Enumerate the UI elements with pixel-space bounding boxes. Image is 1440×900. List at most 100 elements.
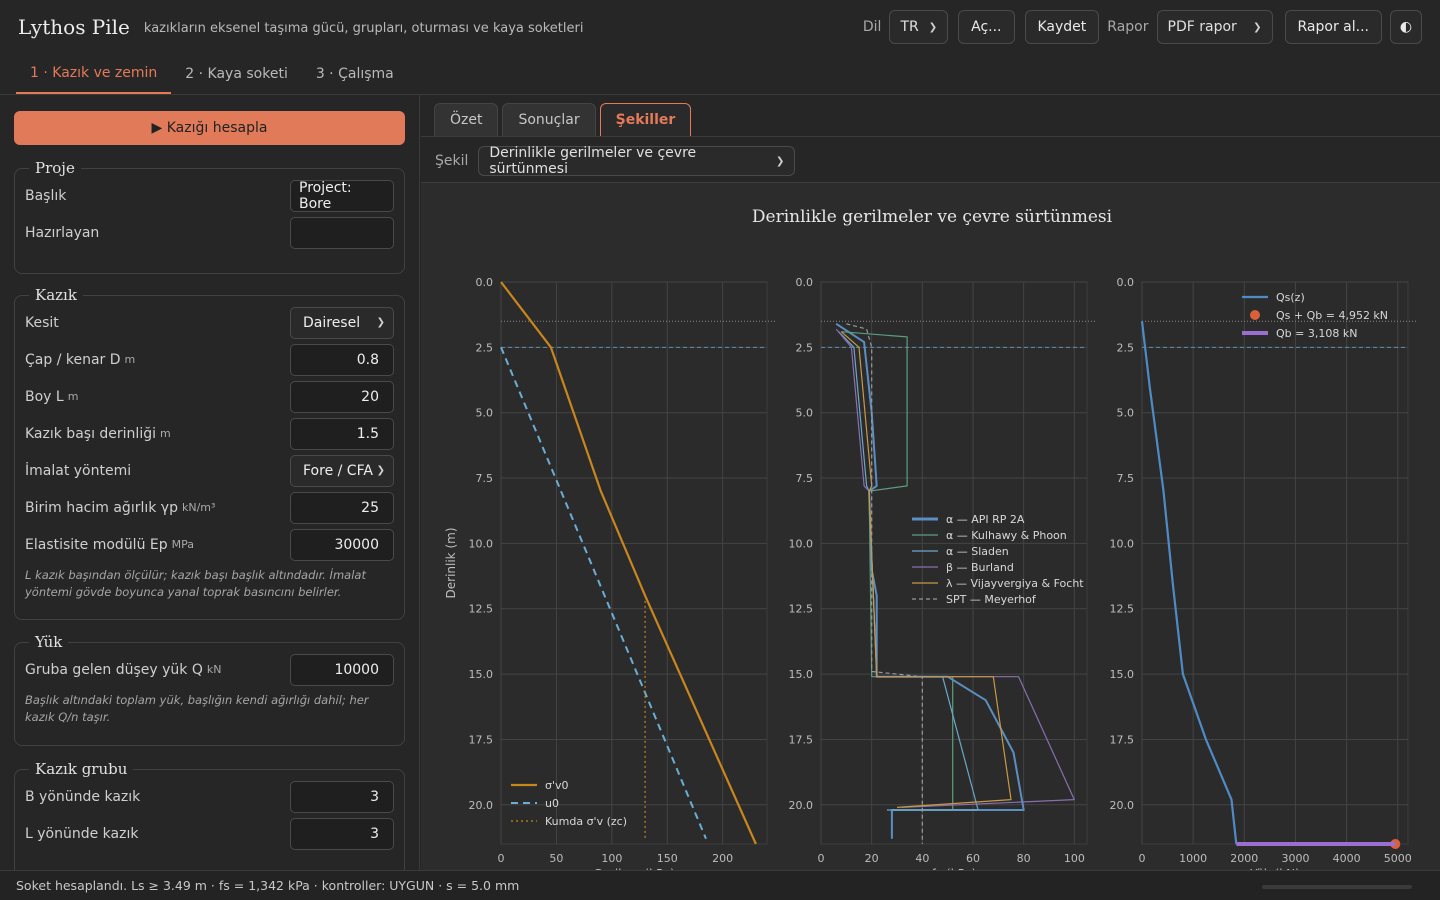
- x-tick-label: 150: [657, 852, 678, 865]
- language-select[interactable]: TR ❯: [889, 10, 949, 44]
- y-tick-label: 12.5: [1110, 603, 1135, 616]
- app-header: Lythos Pile kazıkların eksenel taşıma gü…: [0, 0, 1440, 54]
- language-value: TR: [900, 19, 919, 35]
- chevron-down-icon: ❯: [376, 317, 385, 328]
- stress-legend-label: u0: [545, 797, 559, 810]
- group-load-input[interactable]: 10000: [290, 653, 394, 686]
- piles-l-input[interactable]: 3: [290, 817, 394, 850]
- plot-area: [500, 281, 768, 845]
- x-tick-label: 200: [712, 852, 733, 865]
- field-label: Başlık: [25, 187, 67, 204]
- tab-results[interactable]: Sonuçlar: [502, 103, 596, 137]
- report-button[interactable]: Rapor al...: [1284, 10, 1382, 44]
- stress-legend-label: Kumda σ'v (zc): [545, 815, 627, 828]
- field-label: Çap / kenar D: [25, 351, 121, 368]
- field-label: İmalat yöntemi: [25, 462, 132, 479]
- field-row-load: Gruba gelen düşey yük Q kN 10000: [25, 651, 394, 688]
- report-label: Rapor: [1107, 19, 1149, 35]
- calculate-pile-button[interactable]: ▶ Kazığı hesapla: [14, 111, 405, 145]
- y-tick-label: 20.0: [1110, 799, 1135, 812]
- field-row-head-depth: Kazık başı derinliği m 1.5: [25, 415, 394, 452]
- load-group: Yük Gruba gelen düşey yük Q kN 10000 Baş…: [14, 633, 405, 746]
- field-label: Kesit: [25, 314, 59, 331]
- status-bar: Soket hesaplandı. Ls ≥ 3.49 m · fs = 1,3…: [0, 870, 1440, 900]
- tab-figures[interactable]: Şekiller: [599, 103, 692, 137]
- project-title-input[interactable]: Project: Bore: [290, 179, 394, 212]
- x-tick-label: 50: [549, 852, 563, 865]
- contrast-icon: ◐: [1399, 19, 1413, 35]
- section-value: Dairesel: [303, 314, 361, 331]
- figure-title: Derinlikle gerilmeler ve çevre sürtünmes…: [752, 207, 1113, 227]
- x-tick-label: 20: [865, 852, 879, 865]
- figure-select[interactable]: Derinlikle gerilmeler ve çevre sürtünmes…: [478, 145, 796, 177]
- tab-summary[interactable]: Özet: [434, 103, 499, 137]
- y-tick-label: 15.0: [469, 668, 494, 681]
- figure-area: Derinlikle gerilmeler ve çevre sürtünmes…: [421, 182, 1440, 881]
- field-label: Elastisite modülü Ep: [25, 536, 168, 553]
- y-tick-label: 2.5: [476, 341, 494, 354]
- prepared-by-input[interactable]: [290, 216, 394, 249]
- project-group: Proje Başlık Project: Bore Hazırlayan: [14, 159, 405, 274]
- x-tick-label: 0: [818, 852, 825, 865]
- y-tick-label: 10.0: [1110, 537, 1135, 550]
- step-tab-run[interactable]: 3 · Çalışma: [302, 54, 408, 94]
- step-tabs: 1 · Kazık ve zemin 2 · Kaya soketi 3 · Ç…: [0, 54, 1440, 95]
- field-row-diameter: Çap / kenar D m 0.8: [25, 341, 394, 378]
- elastic-modulus-input[interactable]: 30000: [290, 528, 394, 561]
- construction-method-value: Fore / CFA: [303, 462, 373, 479]
- unit-weight-input[interactable]: 25: [290, 491, 394, 524]
- capacity-legend-label: Qs(z): [1276, 291, 1305, 304]
- diameter-input[interactable]: 0.8: [290, 343, 394, 376]
- project-group-title: Proje: [35, 159, 75, 177]
- y-tick-label: 17.5: [789, 733, 814, 746]
- chevron-down-icon: ❯: [1253, 21, 1262, 33]
- y-tick-label: 7.5: [476, 472, 494, 485]
- section-select[interactable]: Dairesel ❯: [290, 306, 394, 339]
- field-row-piles-b: B yönünde kazık 3: [25, 778, 394, 815]
- field-unit: m: [67, 390, 79, 403]
- x-tick-label: 0: [498, 852, 505, 865]
- field-row-unit-weight: Birim hacim ağırlık γp kN/m³ 25: [25, 489, 394, 526]
- save-button[interactable]: Kaydet: [1024, 10, 1100, 44]
- construction-method-select[interactable]: Fore / CFA ❯: [290, 454, 394, 487]
- head-depth-input[interactable]: 1.5: [290, 417, 394, 450]
- figure-select-value: Derinlikle gerilmeler ve çevre sürtünmes…: [489, 145, 697, 177]
- x-tick-label: 40: [915, 852, 929, 865]
- pile-group: Kazık Kesit Dairesel ❯ Çap / kenar D m 0…: [14, 286, 405, 620]
- field-row-elastic-modulus: Elastisite modülü Ep MPa 30000: [25, 526, 394, 563]
- field-label: L yönünde kazık: [25, 825, 139, 842]
- pile-group-config: Kazık grubu B yönünde kazık 3 L yönünde …: [14, 760, 405, 870]
- friction-legend-label: α — Kulhawy & Phoon: [946, 529, 1067, 542]
- y-tick-label: 17.5: [1110, 733, 1135, 746]
- stress-legend-label: σ'v0: [545, 779, 569, 792]
- app-subtitle: kazıkların eksenel taşıma gücü, grupları…: [143, 21, 584, 36]
- report-format-value: PDF rapor: [1167, 19, 1237, 35]
- friction-legend-label: SPT — Meyerhof: [946, 593, 1037, 606]
- capacity-legend-swatch: [1250, 310, 1260, 320]
- results-panel: Özet Sonuçlar Şekiller Şekil Derinlikle …: [421, 95, 1440, 881]
- piles-b-input[interactable]: 3: [290, 780, 394, 813]
- field-row-piles-l: L yönünde kazık 3: [25, 815, 394, 852]
- pile-group-config-title: Kazık grubu: [35, 760, 128, 778]
- field-label: Boy L: [25, 388, 64, 405]
- horizontal-scrollbar[interactable]: [1262, 885, 1412, 889]
- capacity-legend-label: Qb = 3,108 kN: [1276, 327, 1357, 340]
- step-tab-rock-socket[interactable]: 2 · Kaya soketi: [171, 54, 302, 94]
- step-tab-pile-soil[interactable]: 1 · Kazık ve zemin: [16, 54, 172, 94]
- length-input[interactable]: 20: [290, 380, 394, 413]
- load-note: Başlık altındaki toplam yük, başlığın ke…: [25, 693, 369, 724]
- y-axis-label: Derinlik (m): [444, 528, 458, 599]
- status-text: Soket hesaplandı. Ls ≥ 3.49 m · fs = 1,3…: [16, 878, 520, 893]
- chevron-down-icon: ❯: [928, 21, 938, 33]
- y-tick-label: 17.5: [469, 733, 494, 746]
- y-tick-label: 5.0: [476, 407, 494, 420]
- open-button[interactable]: Aç...: [958, 10, 1015, 44]
- report-format-select[interactable]: PDF rapor ❯: [1156, 10, 1273, 44]
- field-label: Birim hacim ağırlık γp: [25, 499, 178, 516]
- field-row-title: Başlık Project: Bore: [25, 177, 394, 214]
- x-tick-label: 5000: [1384, 852, 1412, 865]
- theme-toggle-button[interactable]: ◐: [1390, 10, 1422, 44]
- y-tick-label: 20.0: [789, 799, 814, 812]
- result-tabs: Özet Sonuçlar Şekiller: [434, 103, 692, 137]
- y-tick-label: 12.5: [789, 603, 814, 616]
